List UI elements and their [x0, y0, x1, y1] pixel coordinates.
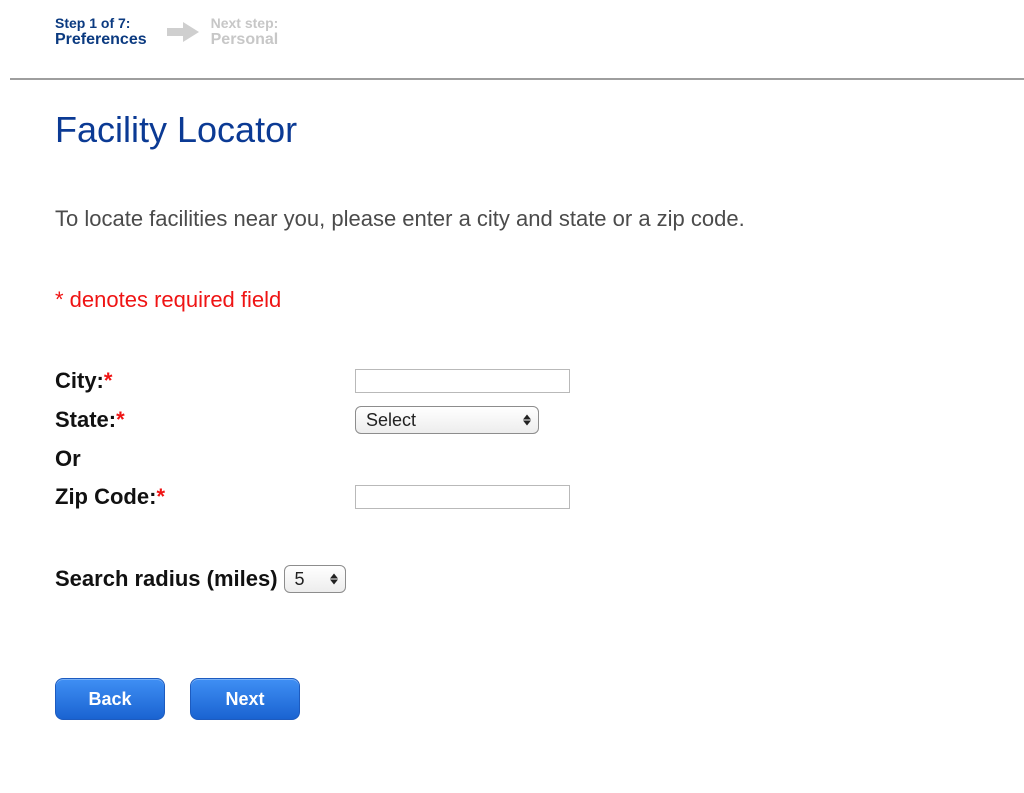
- or-row: Or: [55, 446, 1024, 472]
- state-label-text: State:: [55, 407, 116, 432]
- state-select[interactable]: Select: [355, 406, 539, 434]
- radius-label: Search radius (miles): [55, 566, 278, 592]
- zip-label-text: Zip Code:: [55, 484, 156, 509]
- divider: [10, 78, 1024, 80]
- required-asterisk-icon: *: [156, 484, 165, 509]
- step-current: Step 1 of 7: Preferences: [55, 15, 147, 49]
- instructions-text: To locate facilities near you, please en…: [55, 206, 1024, 232]
- zip-row: Zip Code:*: [55, 484, 1024, 510]
- state-label: State:*: [55, 407, 355, 433]
- updown-caret-icon: [330, 574, 338, 585]
- step-current-line1: Step 1 of 7:: [55, 15, 147, 31]
- radius-select-value: 5: [295, 569, 305, 590]
- back-button[interactable]: Back: [55, 678, 165, 720]
- step-next: Next step: Personal: [211, 15, 279, 49]
- state-select-value: Select: [366, 410, 416, 431]
- city-label-text: City:: [55, 368, 104, 393]
- step-indicator: Step 1 of 7: Preferences Next step: Pers…: [55, 15, 1024, 49]
- arrow-right-icon: [167, 21, 199, 43]
- page-title: Facility Locator: [55, 109, 1024, 151]
- updown-caret-icon: [523, 415, 531, 426]
- locator-form: City:* State:* Select Or: [55, 368, 1024, 720]
- radius-select[interactable]: 5: [284, 565, 346, 593]
- step-current-line2: Preferences: [55, 31, 147, 49]
- city-input[interactable]: [355, 369, 570, 393]
- or-label: Or: [55, 446, 355, 472]
- zip-label: Zip Code:*: [55, 484, 355, 510]
- required-asterisk-icon: *: [104, 368, 113, 393]
- city-row: City:*: [55, 368, 1024, 394]
- radius-row: Search radius (miles) 5: [55, 565, 1024, 593]
- button-row: Back Next: [55, 678, 1024, 720]
- step-next-line1: Next step:: [211, 15, 279, 31]
- zip-input[interactable]: [355, 485, 570, 509]
- required-asterisk-icon: *: [116, 407, 125, 432]
- next-button[interactable]: Next: [190, 678, 300, 720]
- step-next-line2: Personal: [211, 31, 279, 49]
- required-note: * denotes required field: [55, 287, 1024, 313]
- city-label: City:*: [55, 368, 355, 394]
- state-row: State:* Select: [55, 406, 1024, 434]
